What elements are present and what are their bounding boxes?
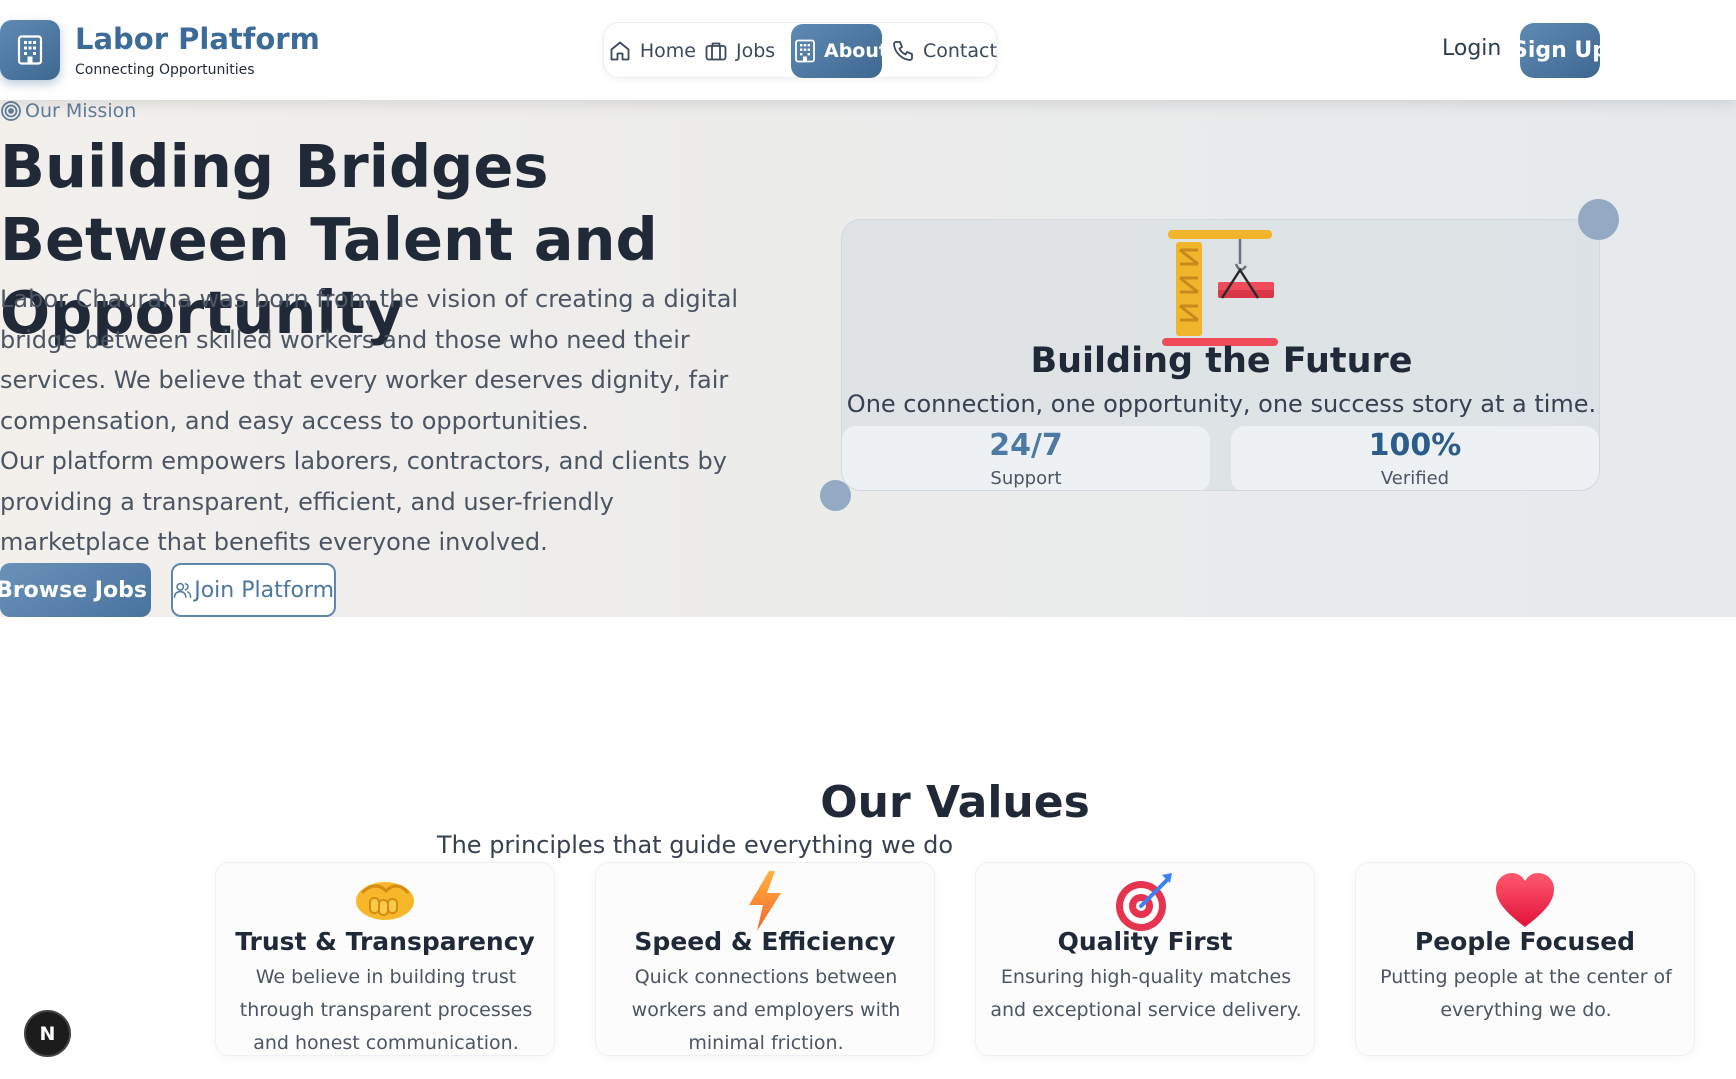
value-card-quality: Quality First Ensuring high-quality matc… <box>975 862 1315 1056</box>
lightning-icon <box>749 871 781 931</box>
future-card-subtitle: One connection, one opportunity, one suc… <box>846 390 1597 418</box>
value-title: Speed & Efficiency <box>634 927 896 956</box>
handshake-icon <box>356 882 414 920</box>
nav-contact[interactable]: Contact <box>891 23 997 79</box>
value-description: We believe in building trust through tra… <box>239 966 533 1054</box>
nav-home[interactable]: Home <box>604 23 696 79</box>
crane-icon <box>1162 230 1278 346</box>
nav-about-label: About <box>824 40 888 62</box>
brand-title[interactable]: Labor Platform <box>75 22 320 56</box>
stat-support-label: Support <box>990 468 1062 489</box>
value-card-speed: Speed & Efficiency Quick connections bet… <box>595 862 935 1056</box>
users-icon <box>173 582 192 598</box>
home-icon <box>610 41 630 61</box>
mission-badge-label: Our Mission <box>25 100 137 122</box>
future-card-title: Building the Future <box>1030 341 1413 381</box>
value-card-trust: Trust & Transparency We believe in build… <box>215 862 555 1056</box>
dev-tools-badge[interactable]: N <box>24 1010 71 1057</box>
join-platform-button[interactable]: Join Platform <box>171 563 336 617</box>
value-description: Putting people at the center of everythi… <box>1380 966 1672 1021</box>
values-title: Our Values <box>820 777 1090 828</box>
building-icon <box>795 39 815 63</box>
stat-verified: 100% Verified <box>1231 426 1599 490</box>
nav-jobs-label: Jobs <box>736 40 776 62</box>
value-description: Quick connections between workers and em… <box>631 966 901 1054</box>
signup-button[interactable]: Sign Up <box>1520 23 1600 78</box>
hero-paragraph-2: Our platform empowers laborers, contract… <box>0 447 727 556</box>
value-description: Ensuring high-quality matches and except… <box>990 966 1302 1021</box>
join-platform-label: Join Platform <box>194 577 334 603</box>
browse-jobs-label: Browse Jobs <box>0 577 147 603</box>
stat-verified-label: Verified <box>1380 468 1450 489</box>
value-card-people: People Focused Putting people at the cen… <box>1355 862 1695 1056</box>
value-title: Quality First <box>1057 927 1233 956</box>
brand-subtitle: Connecting Opportunities <box>75 62 255 78</box>
hero-paragraph-1: Labor Chauraha was born from the vision … <box>0 285 739 435</box>
target-icon <box>1116 873 1172 931</box>
stat-verified-value: 100% <box>1368 428 1462 463</box>
top-header: Labor Platform Connecting Opportunities … <box>0 0 1736 100</box>
briefcase-icon <box>705 42 727 61</box>
nav-about[interactable]: About <box>791 24 888 78</box>
nav-jobs[interactable]: Jobs <box>704 23 775 79</box>
building-icon <box>17 35 43 65</box>
building-future-card: Building the Future One connection, one … <box>841 219 1600 491</box>
mission-badge: Our Mission <box>0 100 136 122</box>
target-icon <box>1 101 21 121</box>
stat-support-value: 24/7 <box>989 428 1063 463</box>
stat-support: 24/7 Support <box>842 426 1210 490</box>
heart-icon <box>1496 873 1554 927</box>
logo[interactable] <box>0 20 60 80</box>
main-nav: Home Jobs About Contact <box>603 22 997 78</box>
phone-icon <box>893 41 913 61</box>
login-link[interactable]: Login <box>1442 36 1501 61</box>
decorative-dot <box>1578 199 1619 240</box>
values-subtitle: The principles that guide everything we … <box>436 831 954 859</box>
nav-home-label: Home <box>639 40 696 62</box>
value-title: People Focused <box>1414 927 1636 956</box>
hero-section: Our Mission Building Bridges Between Tal… <box>0 100 1736 617</box>
browse-jobs-button[interactable]: Browse Jobs <box>0 563 151 617</box>
nav-contact-label: Contact <box>923 40 997 62</box>
decorative-dot <box>820 480 851 511</box>
value-title: Trust & Transparency <box>235 927 535 956</box>
